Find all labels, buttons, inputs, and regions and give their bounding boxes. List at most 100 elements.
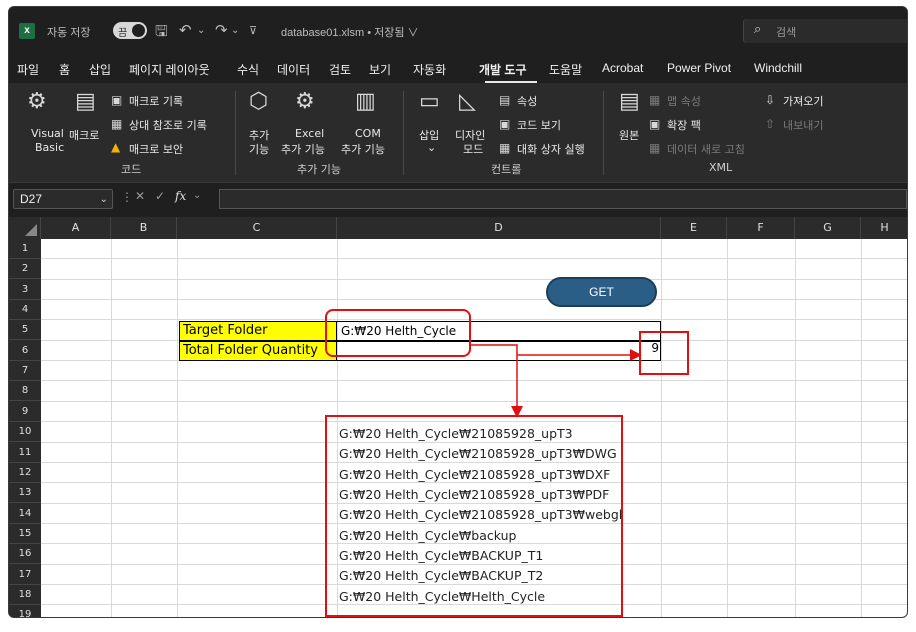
- column-header-g[interactable]: G: [795, 217, 861, 239]
- column-header-h[interactable]: H: [861, 217, 907, 239]
- tab-automate[interactable]: 자동화: [413, 61, 446, 78]
- visual-basic-label-2[interactable]: Basic: [35, 141, 64, 154]
- relative-reference-icon: ▦: [111, 117, 123, 131]
- insert-control-icon[interactable]: ▭: [419, 89, 440, 114]
- autosave-toggle[interactable]: 끔: [113, 22, 147, 39]
- row-header-2[interactable]: 2: [9, 259, 41, 280]
- formula-controls: ⋮ ✕ ✓ fx ⌄: [121, 189, 217, 209]
- row-header-14[interactable]: 14: [9, 504, 41, 524]
- excel-addins-label-2[interactable]: 추가 기능: [281, 141, 325, 157]
- addins-group-label: 추가 기능: [297, 163, 341, 176]
- tab-acrobat[interactable]: Acrobat: [602, 61, 643, 75]
- undo-dropdown-icon[interactable]: ⌄: [197, 25, 205, 36]
- column-header-c[interactable]: C: [177, 217, 337, 239]
- record-macro-button[interactable]: 매크로 기록: [129, 93, 183, 109]
- row-header-13[interactable]: 13: [9, 483, 41, 504]
- insert-dropdown-icon[interactable]: ⌄: [427, 141, 436, 154]
- row-header-12[interactable]: 12: [9, 463, 41, 483]
- addins-icon[interactable]: ⬡: [249, 89, 268, 114]
- com-addins-label-1[interactable]: COM: [355, 127, 381, 140]
- run-dialog-button[interactable]: 대화 상자 실행: [517, 141, 585, 157]
- worksheet[interactable]: GET Target Folder G:₩20 Helth_Cycle Tota…: [41, 239, 907, 617]
- row-header-17[interactable]: 17: [9, 565, 41, 585]
- com-addins-icon[interactable]: ▥: [355, 89, 376, 114]
- visual-basic-label-1[interactable]: Visual: [31, 127, 64, 140]
- xml-source-icon[interactable]: ▤: [619, 89, 640, 114]
- row-header-19[interactable]: 19: [9, 605, 41, 617]
- export-icon: ⇧: [765, 117, 776, 131]
- row-header-3[interactable]: 3: [9, 280, 41, 300]
- map-properties-button[interactable]: 맵 속성: [667, 93, 701, 109]
- column-header-b[interactable]: B: [111, 217, 177, 239]
- tab-page-layout[interactable]: 페이지 레이아웃: [129, 61, 210, 78]
- row-header-11[interactable]: 11: [9, 443, 41, 463]
- select-all-button[interactable]: [9, 217, 41, 239]
- tab-insert[interactable]: 삽입: [89, 61, 111, 78]
- more-options-icon[interactable]: ⋮: [121, 190, 133, 204]
- row-header-10[interactable]: 10: [9, 422, 41, 443]
- save-icon[interactable]: 🖫: [155, 21, 168, 46]
- warning-icon: ▲: [111, 140, 121, 154]
- xml-source-button[interactable]: 원본: [619, 127, 639, 143]
- tab-developer[interactable]: 개발 도구: [479, 61, 527, 78]
- tab-data[interactable]: 데이터: [277, 61, 310, 78]
- controls-group-label: 컨트롤: [491, 163, 522, 176]
- redo-dropdown-icon[interactable]: ⌄: [231, 25, 239, 36]
- chevron-down-icon[interactable]: ⌄: [193, 190, 201, 201]
- row-header-9[interactable]: 9: [9, 402, 41, 422]
- view-code-button[interactable]: 코드 보기: [517, 117, 561, 133]
- addins-label-2[interactable]: 기능: [249, 141, 269, 157]
- row-header-6[interactable]: 6: [9, 341, 41, 361]
- excel-addins-label-1[interactable]: Excel: [295, 127, 324, 140]
- formula-input[interactable]: [219, 189, 907, 209]
- tab-formulas[interactable]: 수식: [237, 61, 259, 78]
- visual-basic-icon[interactable]: ⚙: [27, 89, 47, 114]
- import-button[interactable]: 가져오기: [783, 93, 823, 109]
- row-header-5[interactable]: 5: [9, 320, 41, 341]
- column-header-a[interactable]: A: [41, 217, 111, 239]
- refresh-data-button[interactable]: 데이터 새로 고침: [667, 141, 745, 157]
- row-header-7[interactable]: 7: [9, 361, 41, 382]
- row-header-8[interactable]: 8: [9, 381, 41, 402]
- tab-file[interactable]: 파일: [17, 61, 39, 78]
- excel-addins-icon[interactable]: ⚙: [295, 89, 315, 114]
- tab-view[interactable]: 보기: [369, 61, 391, 78]
- column-header-d[interactable]: D: [337, 217, 661, 239]
- enter-icon[interactable]: ✓: [155, 189, 165, 203]
- insert-function-icon[interactable]: fx: [175, 189, 186, 203]
- tab-home[interactable]: 홈: [59, 61, 70, 78]
- relative-reference-button[interactable]: 상대 참조로 기록: [129, 117, 207, 133]
- expansion-packs-button[interactable]: 확장 팩: [667, 117, 701, 133]
- search-box[interactable]: ⌕ 검색: [743, 19, 907, 43]
- com-addins-label-2[interactable]: 추가 기능: [341, 141, 385, 157]
- row-header-16[interactable]: 16: [9, 544, 41, 565]
- file-name[interactable]: database01.xlsm • 저장됨 ∨: [281, 24, 419, 40]
- tab-windchill[interactable]: Windchill: [754, 61, 802, 75]
- row-header-4[interactable]: 4: [9, 300, 41, 321]
- design-mode-icon[interactable]: ◺: [459, 89, 476, 114]
- tab-help[interactable]: 도움말: [549, 61, 582, 78]
- name-box[interactable]: D27 ⌄: [13, 189, 113, 209]
- chevron-down-icon[interactable]: ⌄: [100, 194, 108, 205]
- undo-icon[interactable]: ↶: [179, 21, 192, 39]
- macro-security-button[interactable]: 매크로 보안: [129, 141, 183, 157]
- design-mode-label-2[interactable]: 모드: [463, 141, 483, 157]
- column-header-f[interactable]: F: [727, 217, 795, 239]
- macro-button[interactable]: 매크로: [69, 127, 99, 143]
- macro-icon[interactable]: ▤: [75, 89, 96, 114]
- row-header-15[interactable]: 15: [9, 524, 41, 544]
- tab-power-pivot[interactable]: Power Pivot: [667, 61, 731, 75]
- properties-button[interactable]: 속성: [517, 93, 537, 109]
- import-icon: ⇩: [765, 93, 776, 107]
- row-header-18[interactable]: 18: [9, 585, 41, 605]
- cancel-icon[interactable]: ✕: [135, 189, 145, 203]
- column-header-e[interactable]: E: [661, 217, 727, 239]
- search-placeholder: 검색: [776, 26, 797, 39]
- row-header-1[interactable]: 1: [9, 239, 41, 259]
- customize-toolbar-icon[interactable]: ⊽: [249, 24, 257, 37]
- title-bar: x 자동 저장 끔 🖫 ↶ ⌄ ↷ ⌄ ⊽ database01.xlsm • …: [9, 7, 907, 49]
- excel-window: x 자동 저장 끔 🖫 ↶ ⌄ ↷ ⌄ ⊽ database01.xlsm • …: [8, 6, 908, 618]
- export-button[interactable]: 내보내기: [783, 117, 823, 133]
- tab-review[interactable]: 검토: [329, 61, 351, 78]
- redo-icon[interactable]: ↷: [215, 21, 228, 39]
